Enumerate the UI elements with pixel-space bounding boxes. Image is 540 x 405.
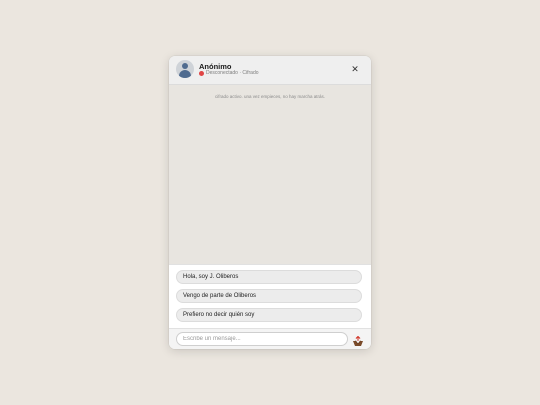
input-bar [169, 328, 371, 349]
chat-window: Anónimo Desconectado · Cifrado ✕ cifrado… [169, 56, 371, 349]
avatar-head [182, 63, 188, 69]
avatar-body [179, 70, 191, 78]
status-dot-icon [199, 71, 204, 76]
message-area[interactable]: cifrado activo. una vez empieces, no hay… [169, 85, 371, 264]
system-notice: cifrado activo. una vez empieces, no hay… [214, 94, 326, 99]
user-avatar-icon [176, 60, 194, 78]
quick-reply-button[interactable]: Hola, soy J. Oliberos [176, 270, 362, 284]
message-input[interactable] [176, 332, 348, 346]
chat-header: Anónimo Desconectado · Cifrado ✕ [169, 56, 371, 85]
close-button[interactable]: ✕ [350, 64, 360, 74]
quick-reply-button[interactable]: Vengo de parte de Oliberos [176, 289, 362, 303]
quick-reply-button[interactable]: Prefiero no decir quién soy [176, 308, 362, 322]
quick-replies: Hola, soy J. Oliberos Vengo de parte de … [169, 264, 371, 329]
status-text: Desconectado · Cifrado [206, 70, 259, 76]
send-tray-icon [353, 335, 363, 346]
send-button[interactable] [352, 334, 364, 346]
